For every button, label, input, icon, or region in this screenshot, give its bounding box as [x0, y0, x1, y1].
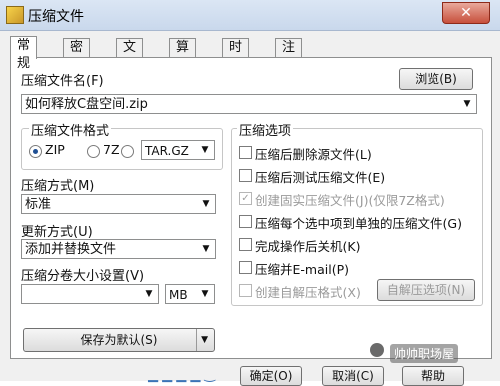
cancel-button[interactable]: 取消(C): [322, 366, 384, 386]
tab-password[interactable]: 密码: [63, 38, 91, 73]
sfx-options-button[interactable]: 自解压选项(N): [377, 279, 475, 301]
tab-general[interactable]: 常规: [10, 36, 38, 71]
option-solid-label[interactable]: 创建固实压缩文件(J)(仅限7Z格式): [255, 190, 445, 209]
split-size-combo[interactable]: ▼: [21, 284, 159, 304]
general-panel: 压缩文件名(F) 浏览(B) 如何释放C盘空间.zip ▼ 压缩文件格式 ZIP…: [10, 57, 492, 359]
browse-button[interactable]: 浏览(B): [399, 68, 473, 90]
window-title: 压缩文件: [28, 9, 84, 25]
option-shutdown-checkbox[interactable]: [239, 238, 252, 251]
option-solid-checkbox[interactable]: ✓: [239, 192, 252, 205]
update-label: 更新方式(U): [21, 225, 93, 240]
method-label: 压缩方式(M): [21, 179, 95, 194]
split-label: 压缩分卷大小设置(V): [21, 269, 145, 284]
close-button[interactable]: ✕: [442, 2, 490, 24]
archive-app-icon: [6, 6, 24, 24]
tab-algorithm[interactable]: 算法: [169, 38, 197, 73]
method-combo[interactable]: 标准 ▼: [21, 194, 216, 214]
chevron-down-icon[interactable]: ▼: [460, 95, 474, 113]
option-separate-checkbox[interactable]: [239, 215, 252, 228]
chevron-down-icon[interactable]: ▼: [199, 240, 213, 258]
chevron-down-icon[interactable]: ▼: [198, 285, 212, 303]
filename-value: 如何释放C盘空间.zip: [25, 97, 148, 112]
targz-value: TAR.GZ: [145, 144, 189, 158]
option-sfx-checkbox[interactable]: [239, 284, 252, 297]
split-unit-value: MB: [169, 288, 188, 302]
tab-comment[interactable]: 注释: [275, 38, 303, 73]
split-unit-combo[interactable]: MB ▼: [165, 284, 215, 304]
format-group-title: 压缩文件格式: [29, 120, 112, 139]
compress-dialog: 压缩文件 ✕ 常规 密码 文件 算法 时间 注释 压缩文件名(F) 浏览(B) …: [0, 0, 500, 386]
option-delete-source-label[interactable]: 压缩后删除源文件(L): [255, 144, 372, 163]
method-value: 标准: [25, 197, 52, 212]
option-sfx-label[interactable]: 创建自解压格式(X): [255, 282, 361, 301]
update-combo[interactable]: 添加并替换文件 ▼: [21, 239, 216, 259]
option-test-label[interactable]: 压缩后测试压缩文件(E): [255, 167, 385, 186]
options-group-title: 压缩选项: [237, 120, 294, 139]
radio-7z-label[interactable]: 7Z: [103, 142, 120, 157]
option-email-checkbox[interactable]: [239, 261, 252, 274]
option-test-checkbox[interactable]: [239, 169, 252, 182]
tab-files[interactable]: 文件: [116, 38, 144, 73]
chevron-down-icon[interactable]: ▼: [198, 141, 212, 159]
radio-7z[interactable]: [87, 145, 100, 158]
option-delete-source-checkbox[interactable]: [239, 146, 252, 159]
chevron-down-icon[interactable]: ▼: [199, 195, 213, 213]
filename-label: 压缩文件名(F): [21, 74, 104, 89]
radio-zip[interactable]: [29, 145, 42, 158]
help-button[interactable]: 帮助: [402, 366, 464, 386]
option-email-label[interactable]: 压缩并E-mail(P): [255, 259, 349, 278]
tab-time[interactable]: 时间: [222, 38, 250, 73]
wechat-icon: [370, 343, 384, 357]
chevron-down-icon[interactable]: ▼: [196, 329, 208, 351]
chevron-down-icon[interactable]: ▼: [142, 285, 156, 303]
title-bar: 压缩文件 ✕: [0, 0, 500, 31]
option-shutdown-label[interactable]: 完成操作后关机(K): [255, 236, 360, 255]
watermark-text: 帅帅职场屋: [390, 344, 459, 363]
save-default-label: 保存为默认(S): [80, 333, 158, 347]
filename-combo[interactable]: 如何释放C盘空间.zip ▼: [21, 94, 477, 114]
radio-zip-label[interactable]: ZIP: [45, 142, 65, 157]
option-separate-label[interactable]: 压缩每个选中项到单独的压缩文件(G): [255, 213, 462, 232]
save-default-button[interactable]: 保存为默认(S) ▼: [23, 328, 215, 352]
update-value: 添加并替换文件: [25, 242, 117, 257]
ok-button[interactable]: 确定(O): [240, 366, 302, 386]
radio-targz[interactable]: [121, 145, 134, 158]
targz-combo[interactable]: TAR.GZ ▼: [141, 140, 215, 160]
